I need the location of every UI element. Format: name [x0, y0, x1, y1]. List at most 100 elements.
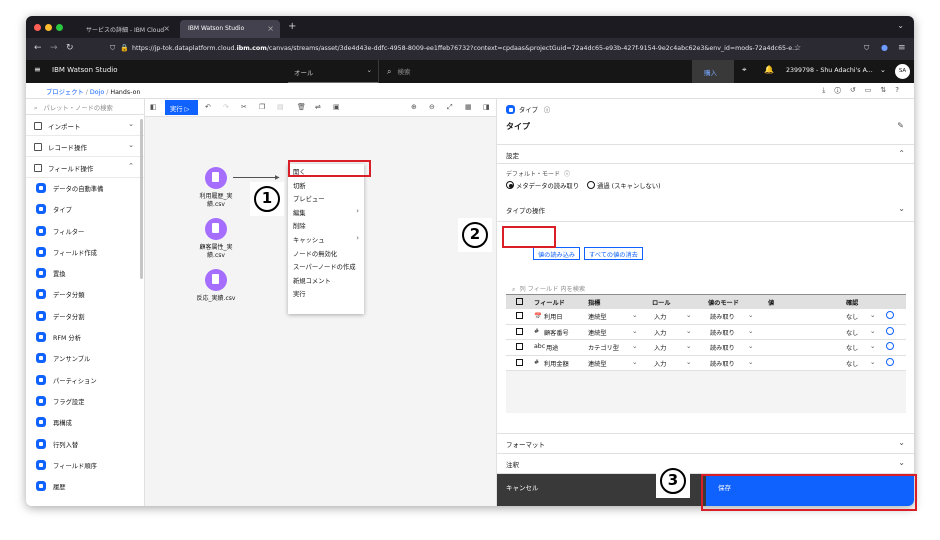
minimize-window-icon[interactable] — [45, 24, 52, 31]
read-values-button[interactable]: 値の読み込み — [533, 247, 581, 260]
chevron-down-icon[interactable]: ⌄ — [870, 358, 875, 366]
save-icon[interactable]: ▣ — [333, 103, 340, 111]
palette-node-auto-data-prep[interactable]: データの自動準備 — [26, 178, 144, 199]
gear-icon[interactable] — [886, 342, 894, 350]
menu-item-create-supernode[interactable]: スーパーノードの作成 — [288, 259, 364, 273]
radio-read-metadata[interactable] — [506, 181, 514, 189]
role-value[interactable]: 入力 — [654, 328, 666, 337]
notes-section-header[interactable]: 注釈 ⌄ — [497, 454, 914, 474]
row-checkbox[interactable] — [516, 343, 523, 350]
scope-select[interactable]: オール ⌄ — [288, 60, 378, 83]
comment-icon[interactable]: ▭ — [865, 86, 881, 94]
palette-search[interactable]: ⌕ パレット・ノードの検索 — [26, 99, 144, 115]
role-value[interactable]: 入力 — [654, 359, 666, 368]
palette-node-transpose[interactable]: 行列入替 — [26, 434, 144, 455]
palette-node-type[interactable]: タイプ — [26, 199, 144, 220]
column-header-role[interactable]: ロール — [652, 298, 671, 307]
column-header-check[interactable]: 確認 — [846, 298, 858, 307]
close-tab-icon[interactable]: × — [267, 24, 274, 33]
maximize-window-icon[interactable] — [56, 24, 63, 31]
table-search-input[interactable]: ⌕ 列 フィールド 内を検索 — [506, 281, 906, 295]
clear-all-values-button[interactable]: すべての値の消去 — [584, 247, 643, 260]
address-bar[interactable]: https://jp-tok.dataplatform.cloud.ibm.co… — [126, 41, 806, 57]
palette-node-filler[interactable]: 置換 — [26, 263, 144, 284]
palette-node-filter[interactable]: フィルター — [26, 221, 144, 242]
global-search[interactable]: ⌕ 検索 — [378, 60, 688, 83]
chevron-down-icon[interactable]: ⌄ — [632, 327, 637, 335]
check-value[interactable]: なし — [846, 328, 858, 337]
measure-value[interactable]: 連続型 — [588, 312, 607, 321]
menu-item-new-comment[interactable]: 新規コメント — [288, 273, 364, 287]
breadcrumb-projects[interactable]: プロジェクト — [46, 89, 84, 96]
menu-item-cache[interactable]: キャッシュ › — [288, 232, 364, 246]
gear-icon[interactable] — [886, 311, 894, 319]
palette-node-derive[interactable]: フィールド作成 — [26, 242, 144, 263]
close-window-icon[interactable] — [34, 24, 41, 31]
value-mode-value[interactable]: 読み取り — [710, 328, 735, 337]
palette-node-restructure[interactable]: 再構成 — [26, 412, 144, 433]
row-checkbox[interactable] — [516, 312, 523, 319]
source-node-customer-attributes[interactable] — [205, 218, 227, 240]
brand-name[interactable]: IBM Watson Studio — [52, 66, 118, 74]
chevron-down-icon[interactable]: ⌄ — [686, 311, 691, 319]
row-checkbox[interactable] — [516, 327, 523, 335]
run-button[interactable]: 実行 ▷ — [165, 100, 198, 115]
chevron-down-icon[interactable]: ⌄ — [632, 342, 637, 350]
column-header-value-mode[interactable]: 値のモード — [708, 298, 739, 307]
copy-icon[interactable]: ❐ — [259, 103, 265, 111]
chevron-down-icon[interactable]: ⌄ — [870, 342, 875, 350]
new-tab-icon[interactable]: + — [288, 21, 296, 32]
check-value[interactable]: なし — [846, 359, 858, 368]
palette-node-set-to-flag[interactable]: フラグ設定 — [26, 391, 144, 412]
settings-section-header[interactable]: 設定 ⌃ — [497, 144, 914, 164]
zoom-in-icon[interactable]: ⊕ — [411, 103, 417, 111]
shield-icon[interactable]: ⛉ — [110, 44, 115, 53]
select-all-checkbox[interactable] — [516, 298, 523, 305]
edit-icon[interactable]: ✎ — [897, 121, 904, 130]
settings-panel-icon[interactable]: ◨ — [483, 103, 490, 111]
reload-icon[interactable]: ↻ — [66, 43, 74, 53]
breadcrumb-project[interactable]: Dojo — [90, 89, 104, 96]
chevron-down-icon[interactable]: ⌄ — [748, 327, 753, 335]
notification-icon[interactable]: 🔔 — [764, 65, 774, 74]
chevron-down-icon[interactable]: ⌄ — [686, 358, 691, 366]
check-value[interactable]: なし — [846, 312, 858, 321]
account-icon[interactable]: ● — [881, 43, 888, 52]
menu-item-edit[interactable]: 編集 › — [288, 205, 364, 219]
back-icon[interactable]: ← — [34, 43, 42, 53]
palette-node-ensemble[interactable]: アンサンブル — [26, 348, 144, 369]
palette-node-field-reorder[interactable]: フィールド順序 — [26, 455, 144, 476]
fit-to-screen-icon[interactable]: ⤢ — [447, 103, 453, 112]
source-node-response[interactable] — [205, 269, 227, 291]
table-row[interactable]: 📅 利用日 連続型 ⌄ 入力 ⌄ 読み取り ⌄ なし ⌄ — [506, 309, 906, 325]
value-mode-value[interactable]: 読み取り — [710, 312, 735, 321]
row-checkbox[interactable] — [516, 358, 523, 366]
redo-icon[interactable]: ↷ — [223, 103, 229, 111]
chevron-down-icon[interactable]: ⌄ — [748, 311, 753, 319]
measure-value[interactable]: 連続型 — [588, 328, 607, 337]
menu-item-disconnect[interactable]: 切断 — [288, 178, 364, 192]
check-value[interactable]: なし — [846, 343, 858, 352]
table-row[interactable]: # 利用金額 連続型 ⌄ 入力 ⌄ 読み取り ⌄ なし ⌄ — [506, 355, 906, 371]
chevron-down-icon[interactable]: ⌄ — [870, 327, 875, 335]
chevron-down-icon[interactable]: ⌄ — [686, 342, 691, 350]
chevron-down-icon[interactable]: ⌄ — [748, 342, 753, 350]
measure-value[interactable]: カテゴリ型 — [588, 343, 619, 352]
value-mode-value[interactable]: 読み取り — [710, 343, 735, 352]
value-mode-value[interactable]: 読み取り — [710, 359, 735, 368]
hamburger-icon[interactable]: ≡ — [34, 65, 41, 74]
avatar[interactable]: SA — [895, 64, 910, 79]
bookmark-star-icon[interactable]: ☆ — [794, 43, 801, 52]
table-row[interactable]: # 顧客番号 連続型 ⌄ 入力 ⌄ 読み取り ⌄ なし ⌄ — [506, 324, 906, 340]
history-icon[interactable]: ↺ — [850, 86, 865, 94]
menu-item-disable-node[interactable]: ノードの無効化 — [288, 246, 364, 260]
palette-node-partition[interactable]: パーティション — [26, 370, 144, 391]
column-header-field[interactable]: フィールド — [534, 298, 565, 307]
cut-icon[interactable]: ✂ — [241, 103, 247, 111]
undo-icon[interactable]: ↶ — [205, 103, 211, 111]
share-icon[interactable]: ⇅ — [880, 86, 895, 94]
palette-node-data-split[interactable]: データ分割 — [26, 306, 144, 327]
help-icon[interactable]: ? — [895, 86, 908, 94]
arrange-icon[interactable]: ⇌ — [315, 103, 321, 111]
type-operations-header[interactable]: タイプの操作 ⌄ — [497, 200, 914, 222]
